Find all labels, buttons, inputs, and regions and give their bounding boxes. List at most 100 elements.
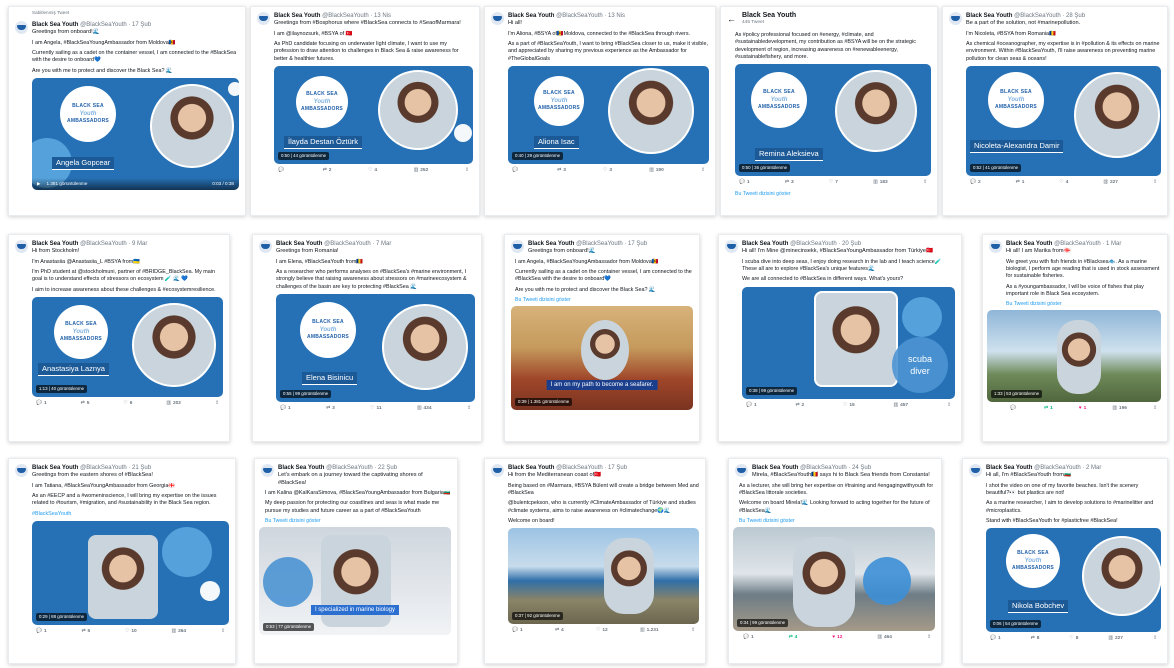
like-button[interactable]: ♡ 4	[1059, 180, 1068, 186]
retweet-button[interactable]: ⇄ 5	[81, 401, 90, 407]
avatar-ship-icon[interactable]	[15, 21, 28, 35]
like-button[interactable]: ♡ 4	[368, 168, 377, 174]
author-name[interactable]: Black Sea Youth	[508, 465, 554, 471]
tweet-card-15[interactable]: Black Sea Youth @BlackSeaYouth · 2 Mar H…	[962, 458, 1168, 664]
tweet-hashtag[interactable]: #BlackSeaYouth	[32, 511, 229, 518]
tweet-card-6[interactable]: Black Sea Youth @BlackSeaYouth · 9 Mar H…	[8, 234, 230, 442]
avatar-ship-icon[interactable]	[491, 464, 504, 477]
retweet-button[interactable]: ⇄ 4	[555, 628, 564, 634]
video-player[interactable]: 0:34 | 99 görüntülenme	[733, 526, 935, 631]
tweet-card-3[interactable]: Black Sea Youth @BlackSeaYouth · 13 Nis …	[484, 6, 716, 216]
retweet-button[interactable]: ⇄ 4	[789, 635, 798, 641]
share-icon[interactable]: ⇪	[215, 401, 219, 407]
video-player[interactable]: BLACK SEA Youth AMBASSADORS Anastasiya Laz…	[32, 296, 223, 397]
tweet-card-5[interactable]: Black Sea Youth @BlackSeaYouth · 28 Şub …	[942, 6, 1168, 216]
views-icon[interactable]: ▥ 252	[414, 168, 429, 174]
tweet-card-10[interactable]: Black Sea Youth @BlackSeaYouth · 1 Mar H…	[982, 234, 1168, 442]
retweet-button[interactable]: ⇄ 3	[557, 168, 566, 174]
reply-button[interactable]: 💬 1	[36, 401, 47, 407]
share-icon[interactable]: ⇪	[927, 635, 931, 641]
avatar-ship-icon[interactable]	[15, 464, 28, 477]
author-name[interactable]: Black Sea Youth	[274, 13, 320, 19]
share-icon[interactable]: ⇪	[1153, 180, 1157, 186]
author-name[interactable]: Black Sea Youth	[752, 465, 798, 471]
reply-button[interactable]: 💬 1	[746, 403, 757, 409]
avatar-ship-icon[interactable]	[261, 464, 274, 477]
avatar-ship-icon[interactable]	[257, 12, 270, 25]
author-name[interactable]: Black Sea Youth	[508, 13, 554, 19]
share-icon[interactable]: ⇪	[467, 406, 471, 412]
avatar-ship-icon[interactable]	[735, 464, 748, 477]
avatar-ship-icon[interactable]	[949, 12, 962, 25]
back-arrow-icon[interactable]: ←	[727, 13, 736, 25]
video-player[interactable]: I specialized in marine biology 0:53 | 7…	[259, 527, 451, 636]
share-icon[interactable]: ⇪	[221, 629, 225, 635]
share-icon[interactable]: ⇪	[701, 168, 705, 174]
reply-button[interactable]: 💬	[512, 168, 520, 174]
views-icon[interactable]: ▥ 434	[417, 406, 432, 412]
tweet-card-12[interactable]: Black Sea Youth @BlackSeaYouth · 22 Şub …	[254, 458, 458, 664]
author-name[interactable]: Black Sea Youth	[278, 465, 324, 471]
show-thread-link[interactable]: Bu Tweeti dizisini göster	[1006, 301, 1161, 308]
reply-button[interactable]: 💬	[1010, 406, 1018, 412]
like-button[interactable]: ♡ 7	[829, 180, 838, 186]
video-player[interactable]: BLACK SEA Youth AMBASSADORS İlayda Destan …	[274, 65, 473, 164]
author-name[interactable]: Black Sea Youth	[986, 465, 1032, 471]
retweet-button[interactable]: ⇄ 8	[1031, 636, 1040, 642]
reply-button[interactable]: 💬 1	[990, 636, 1001, 642]
tweet-card-13[interactable]: Black Sea Youth @BlackSeaYouth · 17 Şub …	[484, 458, 706, 664]
video-player[interactable]: BLACK SEA Youth AMBASSADORS Remina Aleksie…	[735, 64, 931, 177]
video-player[interactable]: BLACK SEA Youth AMBASSADORS Nikola Bobchev…	[986, 528, 1161, 633]
views-icon[interactable]: ▥ 227	[1108, 636, 1123, 642]
reply-button[interactable]: 💬 1	[743, 635, 754, 641]
reply-button[interactable]: 💬 1	[280, 406, 291, 412]
like-button[interactable]: ♡ 8	[1069, 636, 1078, 642]
like-button[interactable]: ♥ 12	[832, 635, 842, 641]
author-name[interactable]: Black Sea Youth	[32, 241, 78, 247]
retweet-button[interactable]: ⇄ 2	[323, 168, 332, 174]
like-button[interactable]: ♥ 1	[1079, 406, 1087, 412]
avatar-ship-icon[interactable]	[989, 240, 1002, 253]
reply-button[interactable]: 💬 1	[739, 180, 750, 186]
retweet-button[interactable]: ⇄ 1	[1016, 180, 1025, 186]
play-icon[interactable]: ▶	[37, 181, 41, 187]
reply-button[interactable]: 💬 1	[512, 628, 523, 634]
views-icon[interactable]: ▥ 457	[894, 403, 909, 409]
author-name[interactable]: Black Sea Youth	[742, 241, 788, 247]
views-icon[interactable]: ▥ 227	[1103, 180, 1118, 186]
show-thread-link[interactable]: Bu Tweeti dizisini göster	[739, 518, 935, 525]
avatar-ship-icon[interactable]	[511, 240, 524, 253]
video-player[interactable]: BLACK SEA Youth AMBASSADORS Nicoleta-Alexa…	[966, 65, 1161, 176]
author-name[interactable]: Black Sea Youth	[528, 241, 574, 247]
retweet-button[interactable]: ⇄ 3	[785, 180, 794, 186]
video-player[interactable]: BLACK SEA Youth AMBASSADORS Angela Gopcear…	[32, 78, 239, 191]
like-button[interactable]: ♡ 12	[596, 628, 608, 634]
video-player[interactable]: 0:29 | 88 görüntülenme	[32, 520, 229, 625]
tweet-card-9[interactable]: Black Sea Youth @BlackSeaYouth · 20 Şub …	[718, 234, 962, 442]
video-player[interactable]: BLACK SEA Youth AMBASSADORS Aliona Isac 0:…	[508, 65, 709, 164]
video-player[interactable]: BLACK SEA Youth AMBASSADORS Elena Bisinicu…	[276, 293, 475, 402]
share-icon[interactable]: ⇪	[947, 403, 951, 409]
retweet-button[interactable]: ⇄ 3	[326, 406, 335, 412]
reply-button[interactable]: 💬 1	[36, 629, 47, 635]
retweet-button[interactable]: ⇄ 1	[1044, 406, 1053, 412]
avatar-ship-icon[interactable]	[969, 464, 982, 477]
retweet-button[interactable]: ⇄ 2	[796, 403, 805, 409]
video-player[interactable]: 0:37 | 92 görüntülenme	[508, 528, 699, 625]
like-button[interactable]: ♡ 15	[843, 403, 855, 409]
reply-button[interactable]: 💬 2	[970, 180, 981, 186]
like-button[interactable]: ♡ 11	[370, 406, 381, 412]
author-name[interactable]: Black Sea Youth	[32, 22, 78, 28]
like-button[interactable]: ♡ 6	[123, 401, 132, 407]
views-icon[interactable]: ▥ 264	[172, 629, 187, 635]
show-thread-link[interactable]: Bu Tweeti dizisini göster	[721, 191, 937, 198]
show-thread-link[interactable]: Bu Tweeti dizisini göster	[265, 518, 451, 525]
tweet-card-7[interactable]: Black Sea Youth @BlackSeaYouth · 7 Mar G…	[252, 234, 482, 442]
retweet-button[interactable]: ⇄ 5	[82, 629, 91, 635]
avatar-ship-icon[interactable]	[725, 240, 738, 253]
avatar-ship-icon[interactable]	[491, 12, 504, 25]
share-icon[interactable]: ⇪	[465, 168, 469, 174]
reply-button[interactable]: 💬	[278, 168, 286, 174]
views-icon[interactable]: ▥ 183	[873, 180, 888, 186]
views-icon[interactable]: ▥ 190	[649, 168, 664, 174]
